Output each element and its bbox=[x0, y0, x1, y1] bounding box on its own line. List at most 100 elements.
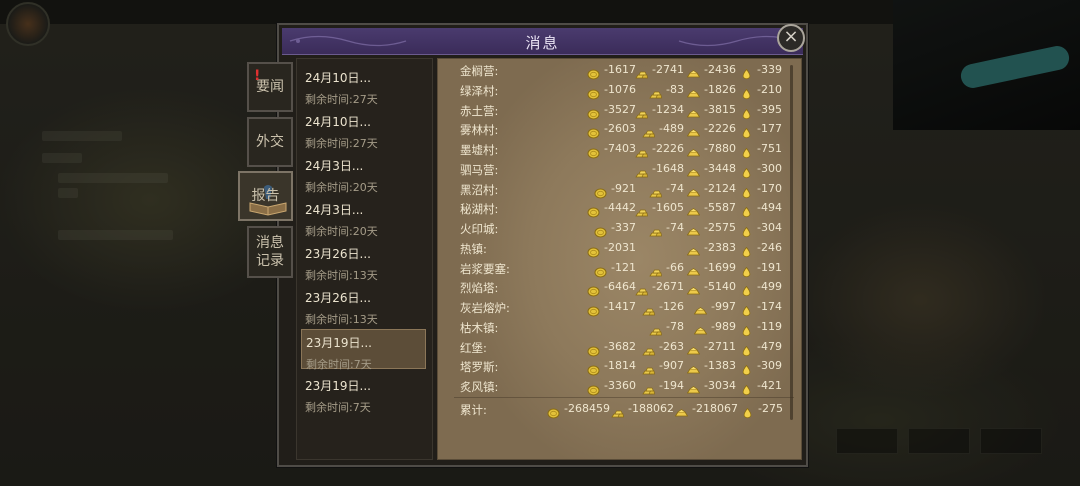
gold-coin-icon bbox=[587, 243, 600, 258]
report-row: 烈焰塔: -6464 -2671 -5140 -499 bbox=[438, 278, 801, 298]
gold-coin-icon bbox=[587, 203, 600, 218]
gold-coin-icon bbox=[587, 381, 600, 396]
total-divider bbox=[454, 397, 794, 398]
drop-value: -499 bbox=[757, 280, 782, 294]
gold-drop-icon bbox=[740, 223, 753, 238]
message-date: 24月10日... bbox=[305, 71, 371, 85]
ingot-value: -3034 bbox=[704, 379, 736, 392]
list-item[interactable]: 24月10日... 剩余时间:27天 bbox=[301, 109, 426, 150]
tab-diplomacy-label: 外交 bbox=[256, 134, 284, 150]
list-item[interactable]: 23月19日... 剩余时间:7天 bbox=[301, 373, 426, 414]
gold-bars-icon bbox=[635, 144, 648, 158]
bars-value: -2741 bbox=[652, 63, 684, 76]
gold-bars-icon bbox=[642, 124, 655, 138]
report-row: 墨墟村: -7403 -2226 -7880 -751 bbox=[438, 140, 801, 160]
gold-coin-icon bbox=[587, 124, 600, 139]
gold-drop-icon bbox=[740, 184, 753, 198]
gold-ingot-icon bbox=[686, 164, 701, 177]
gold-value: -1076 bbox=[604, 82, 636, 96]
ingot-value: -2575 bbox=[704, 221, 736, 234]
list-item-selected[interactable]: 23月19日... 剩余时间:7天 bbox=[301, 329, 426, 371]
gold-bars-icon bbox=[635, 105, 648, 118]
gold-bars-icon bbox=[635, 282, 648, 296]
bars-value: -74 bbox=[666, 221, 684, 234]
settlement-name: 岩浆要塞: bbox=[460, 261, 510, 276]
ingot-value: -1699 bbox=[704, 260, 736, 274]
gold-coin-icon bbox=[594, 263, 607, 277]
gold-drop-icon bbox=[740, 124, 753, 139]
report-row: 金榈营: -1617 -2741 -2436 -339 bbox=[438, 61, 801, 81]
gold-drop-icon bbox=[740, 381, 753, 396]
gold-drop-icon bbox=[740, 164, 753, 178]
bars-value: -907 bbox=[659, 359, 684, 373]
list-item[interactable]: 23月26日... 剩余时间:13天 bbox=[301, 241, 426, 282]
settlement-name: 绿泽村: bbox=[460, 83, 499, 98]
message-remaining: 剩余时间:27天 bbox=[305, 93, 378, 106]
gold-bars-icon bbox=[611, 404, 624, 418]
bars-value: -2226 bbox=[652, 142, 684, 155]
drop-value: -421 bbox=[757, 379, 782, 392]
gold-ingot-icon bbox=[686, 144, 701, 157]
tab-news[interactable]: ! 要闻 bbox=[247, 62, 293, 112]
gold-ingot-icon bbox=[686, 203, 701, 216]
list-item[interactable]: 24月3日... 剩余时间:20天 bbox=[301, 197, 426, 238]
gold-value: -2031 bbox=[604, 240, 636, 254]
gold-bars-icon bbox=[642, 381, 655, 395]
message-date: 23月19日... bbox=[305, 379, 371, 393]
settlement-name: 黑沼村: bbox=[460, 182, 499, 197]
gold-value: -121 bbox=[611, 260, 636, 274]
settlement-name: 秘湖村: bbox=[460, 202, 499, 217]
settlement-name: 墨墟村: bbox=[460, 143, 499, 157]
gold-value: -268459 bbox=[564, 402, 610, 415]
settlement-name: 驷马营: bbox=[460, 162, 499, 177]
settlement-name: 红堡: bbox=[460, 340, 487, 355]
bars-value: -83 bbox=[666, 82, 684, 96]
gold-coin-icon bbox=[587, 65, 600, 80]
list-item[interactable]: 23月26日... 剩余时间:13天 bbox=[301, 285, 426, 326]
gold-drop-icon bbox=[740, 243, 753, 257]
message-remaining: 剩余时间:20天 bbox=[305, 225, 378, 238]
gold-drop-icon bbox=[740, 302, 753, 317]
list-item[interactable]: 24月3日... 剩余时间:20天 bbox=[301, 153, 426, 194]
alert-badge: ! bbox=[254, 68, 261, 84]
message-remaining: 剩余时间:13天 bbox=[305, 313, 378, 326]
drop-value: -395 bbox=[757, 102, 782, 116]
gold-ingot-icon bbox=[686, 342, 701, 354]
gold-value: -6464 bbox=[604, 280, 636, 294]
report-row: 热镇: -2031 -2383 -246 bbox=[438, 239, 801, 259]
ingot-value: -2383 bbox=[704, 240, 736, 254]
gold-bars-icon bbox=[649, 85, 662, 99]
tab-diplomacy[interactable]: 外交 bbox=[247, 117, 293, 167]
gold-coin-icon bbox=[587, 105, 600, 119]
drop-value: -479 bbox=[757, 339, 782, 353]
message-date: 23月19日... bbox=[306, 336, 372, 350]
gold-ingot-icon bbox=[686, 361, 701, 374]
ingot-value: -7880 bbox=[704, 142, 736, 155]
report-row: 驷马营: -1648 -3448 -300 bbox=[438, 160, 801, 180]
drop-value: -210 bbox=[757, 82, 782, 96]
drop-value: -174 bbox=[757, 300, 782, 313]
bars-value: -126 bbox=[659, 300, 684, 313]
ingot-value: -2711 bbox=[704, 339, 736, 353]
list-item[interactable]: 24月10日... 剩余时间:27天 bbox=[301, 65, 426, 106]
gold-ingot-icon bbox=[686, 85, 701, 98]
gold-drop-icon bbox=[740, 144, 753, 159]
gold-coin-icon bbox=[547, 404, 560, 419]
gold-coin-icon bbox=[587, 342, 600, 356]
gold-coin-icon bbox=[587, 361, 600, 376]
ingot-value: -2124 bbox=[704, 181, 736, 195]
bars-value: -194 bbox=[659, 379, 684, 392]
close-icon[interactable]: × bbox=[777, 24, 805, 52]
gold-value: -3360 bbox=[604, 379, 636, 392]
gold-drop-icon bbox=[740, 85, 753, 99]
tab-report[interactable]: 报告 bbox=[238, 171, 293, 221]
drop-value: -191 bbox=[757, 260, 782, 274]
settlement-name: 灰岩熔炉: bbox=[460, 301, 510, 315]
tab-message-log[interactable]: 消息记录 bbox=[247, 226, 293, 278]
settlement-name: 枯木镇: bbox=[460, 320, 499, 335]
ingot-value: -1826 bbox=[704, 82, 736, 96]
gold-drop-icon bbox=[740, 263, 753, 277]
message-remaining: 剩余时间:7天 bbox=[306, 358, 372, 371]
report-total-row: 累计: -268459 -188062 -218067 -275 bbox=[438, 400, 801, 420]
gold-drop-icon bbox=[740, 322, 753, 336]
